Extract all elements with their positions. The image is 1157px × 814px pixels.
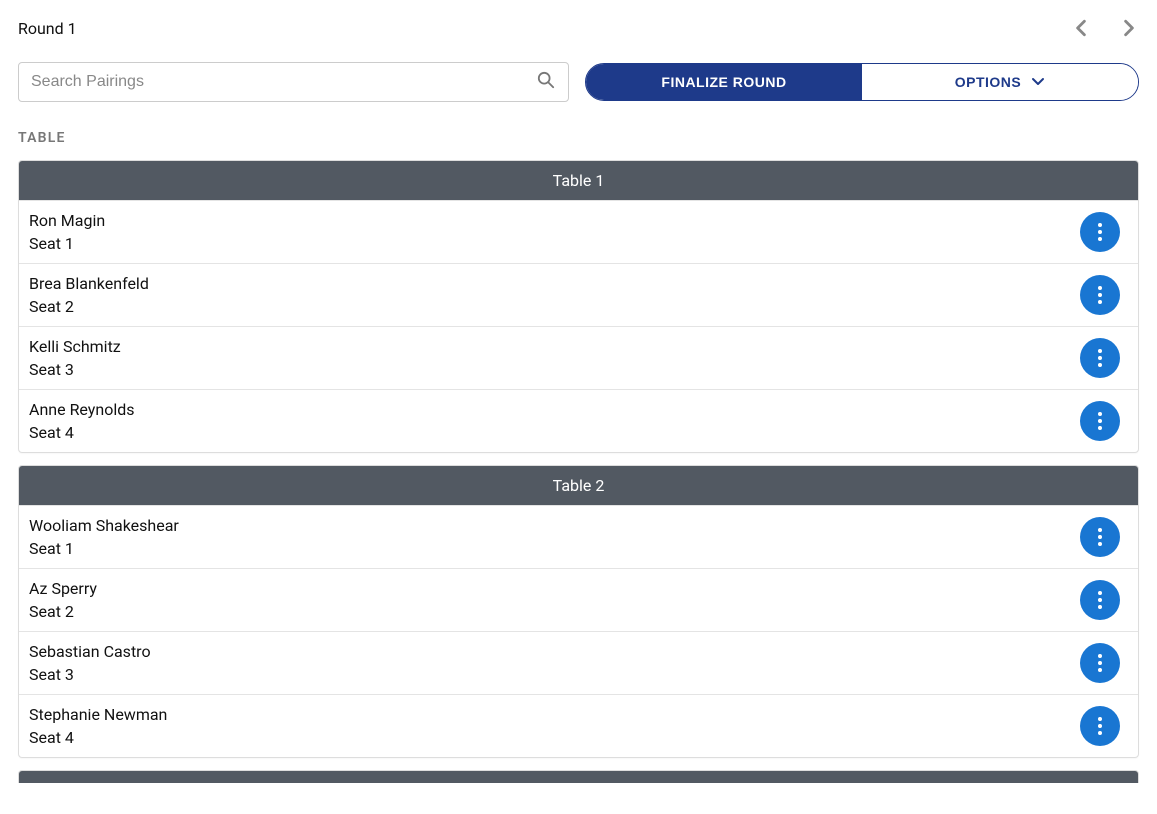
controls-row: FINALIZE ROUND OPTIONS bbox=[18, 62, 1139, 102]
prev-round-button[interactable] bbox=[1071, 18, 1091, 38]
player-name: Sebastian Castro bbox=[29, 642, 151, 661]
player-name: Anne Reynolds bbox=[29, 400, 135, 419]
options-button[interactable]: OPTIONS bbox=[862, 64, 1138, 100]
chevron-left-icon bbox=[1075, 19, 1087, 37]
next-round-button[interactable] bbox=[1119, 18, 1139, 38]
player-seat: Seat 2 bbox=[29, 297, 149, 316]
player-seat: Seat 1 bbox=[29, 234, 105, 253]
table-header: Table 2 bbox=[19, 466, 1138, 505]
player-seat: Seat 3 bbox=[29, 665, 151, 684]
table-header-peek bbox=[18, 770, 1139, 783]
player-info: Sebastian Castro Seat 3 bbox=[29, 642, 151, 684]
player-row: Stephanie Newman Seat 4 bbox=[19, 694, 1138, 757]
player-seat: Seat 1 bbox=[29, 539, 179, 558]
player-more-button[interactable] bbox=[1080, 338, 1120, 378]
player-name: Brea Blankenfeld bbox=[29, 274, 149, 293]
more-vertical-icon bbox=[1098, 654, 1102, 672]
table-card: Table 2 Wooliam Shakeshear Seat 1 Az Spe… bbox=[18, 465, 1139, 758]
player-more-button[interactable] bbox=[1080, 643, 1120, 683]
round-navigation bbox=[1071, 18, 1139, 38]
player-info: Az Sperry Seat 2 bbox=[29, 579, 97, 621]
player-seat: Seat 2 bbox=[29, 602, 97, 621]
player-seat: Seat 4 bbox=[29, 423, 135, 442]
chevron-down-icon bbox=[1031, 77, 1045, 87]
button-group: FINALIZE ROUND OPTIONS bbox=[585, 63, 1139, 101]
player-more-button[interactable] bbox=[1080, 580, 1120, 620]
player-row: Brea Blankenfeld Seat 2 bbox=[19, 263, 1138, 326]
player-more-button[interactable] bbox=[1080, 212, 1120, 252]
player-row: Kelli Schmitz Seat 3 bbox=[19, 326, 1138, 389]
search-wrapper bbox=[18, 62, 569, 102]
player-more-button[interactable] bbox=[1080, 706, 1120, 746]
header-row: Round 1 bbox=[18, 18, 1139, 38]
player-row: Anne Reynolds Seat 4 bbox=[19, 389, 1138, 452]
finalize-round-button[interactable]: FINALIZE ROUND bbox=[586, 64, 862, 100]
player-more-button[interactable] bbox=[1080, 517, 1120, 557]
chevron-right-icon bbox=[1123, 19, 1135, 37]
player-info: Stephanie Newman Seat 4 bbox=[29, 705, 167, 747]
player-name: Az Sperry bbox=[29, 579, 97, 598]
more-vertical-icon bbox=[1098, 591, 1102, 609]
player-name: Stephanie Newman bbox=[29, 705, 167, 724]
more-vertical-icon bbox=[1098, 349, 1102, 367]
player-row: Wooliam Shakeshear Seat 1 bbox=[19, 505, 1138, 568]
player-row: Sebastian Castro Seat 3 bbox=[19, 631, 1138, 694]
search-input[interactable] bbox=[18, 62, 569, 102]
table-header: Table 1 bbox=[19, 161, 1138, 200]
player-seat: Seat 3 bbox=[29, 360, 121, 379]
table-card: Table 1 Ron Magin Seat 1 Brea Blankenfel… bbox=[18, 160, 1139, 453]
player-info: Ron Magin Seat 1 bbox=[29, 211, 105, 253]
page-title: Round 1 bbox=[18, 19, 77, 38]
player-name: Wooliam Shakeshear bbox=[29, 516, 179, 535]
section-label-table: TABLE bbox=[18, 130, 1139, 146]
more-vertical-icon bbox=[1098, 223, 1102, 241]
player-more-button[interactable] bbox=[1080, 275, 1120, 315]
player-row: Ron Magin Seat 1 bbox=[19, 200, 1138, 263]
player-more-button[interactable] bbox=[1080, 401, 1120, 441]
player-row: Az Sperry Seat 2 bbox=[19, 568, 1138, 631]
player-info: Kelli Schmitz Seat 3 bbox=[29, 337, 121, 379]
more-vertical-icon bbox=[1098, 412, 1102, 430]
player-name: Ron Magin bbox=[29, 211, 105, 230]
player-info: Wooliam Shakeshear Seat 1 bbox=[29, 516, 179, 558]
more-vertical-icon bbox=[1098, 717, 1102, 735]
player-info: Brea Blankenfeld Seat 2 bbox=[29, 274, 149, 316]
more-vertical-icon bbox=[1098, 286, 1102, 304]
more-vertical-icon bbox=[1098, 528, 1102, 546]
player-info: Anne Reynolds Seat 4 bbox=[29, 400, 135, 442]
player-name: Kelli Schmitz bbox=[29, 337, 121, 356]
player-seat: Seat 4 bbox=[29, 728, 167, 747]
options-button-label: OPTIONS bbox=[955, 74, 1022, 90]
